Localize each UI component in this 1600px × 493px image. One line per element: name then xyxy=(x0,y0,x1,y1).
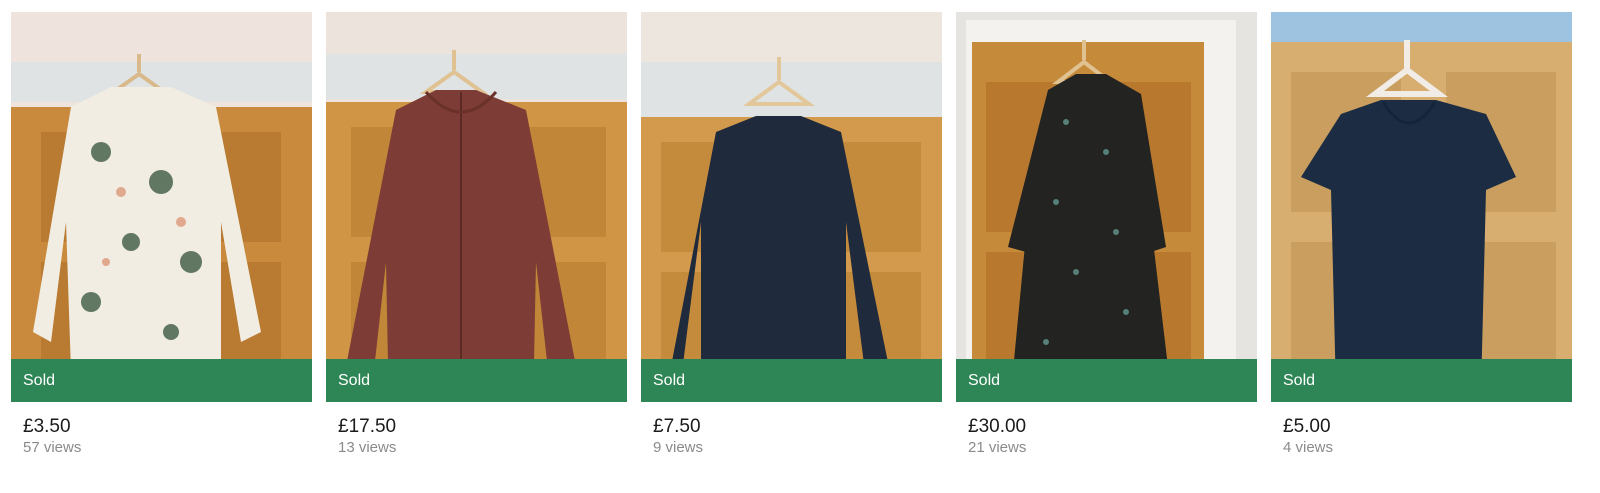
product-photo[interactable]: Sold xyxy=(1271,12,1572,402)
product-photo[interactable]: Sold xyxy=(326,12,627,402)
views-count: 9 views xyxy=(653,439,704,456)
price-label: £3.50 xyxy=(23,416,71,437)
listing-card[interactable]: Sold £7.50 9 views xyxy=(641,12,942,457)
sold-badge: Sold xyxy=(11,359,312,402)
sold-badge: Sold xyxy=(956,359,1257,402)
sold-badge: Sold xyxy=(326,359,627,402)
floral-shirt-image xyxy=(11,12,312,402)
product-photo[interactable]: Sold xyxy=(11,12,312,402)
listing-card[interactable]: Sold £17.50 13 views xyxy=(326,12,627,457)
navy-tshirt-image xyxy=(1271,12,1572,402)
views-count: 13 views xyxy=(338,439,397,456)
price-label: £5.00 xyxy=(1283,416,1331,437)
views-count: 21 views xyxy=(968,439,1027,456)
maroon-hoodie-image xyxy=(326,12,627,402)
listing-card[interactable]: Sold £5.00 4 views xyxy=(1271,12,1572,457)
navy-top-image xyxy=(641,12,942,402)
listing-card[interactable]: Sold £3.50 57 views xyxy=(11,12,312,457)
price-label: £7.50 xyxy=(653,416,701,437)
black-dress-image xyxy=(956,12,1257,402)
price-label: £17.50 xyxy=(338,416,397,437)
sold-badge: Sold xyxy=(641,359,942,402)
sold-badge: Sold xyxy=(1271,359,1572,402)
listing-card[interactable]: Sold £30.00 21 views xyxy=(956,12,1257,457)
product-photo[interactable]: Sold xyxy=(956,12,1257,402)
price-label: £30.00 xyxy=(968,416,1027,437)
product-photo[interactable]: Sold xyxy=(641,12,942,402)
views-count: 4 views xyxy=(1283,439,1334,456)
views-count: 57 views xyxy=(23,439,82,456)
